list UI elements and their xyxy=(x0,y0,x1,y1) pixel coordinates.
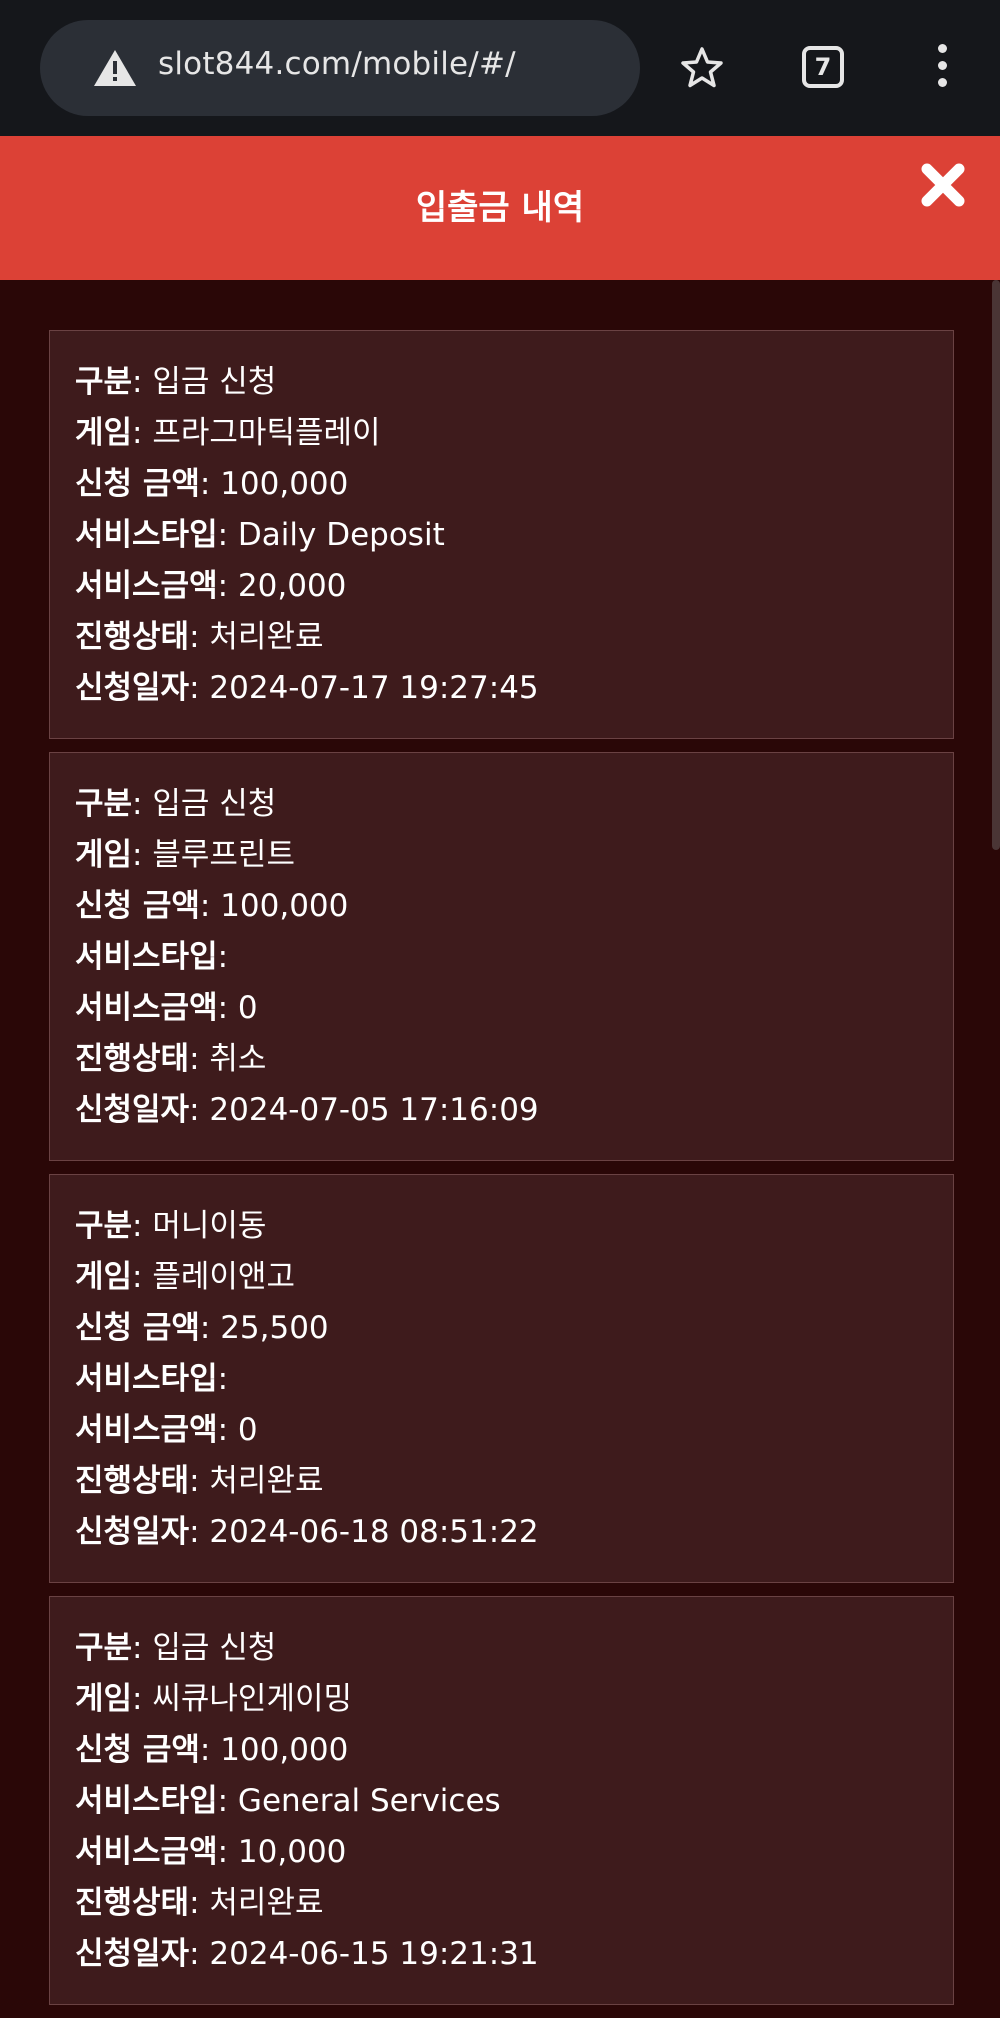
label-status: 진행상태 xyxy=(75,1463,190,1499)
row-game: 게임: 플레이앤고 xyxy=(75,1259,295,1295)
label-amount: 신청 금액 xyxy=(75,1310,200,1346)
value-amount: 100,000 xyxy=(220,1732,349,1768)
label-service-amount: 서비스금액 xyxy=(75,1834,218,1870)
value-status: 처리완료 xyxy=(209,619,324,655)
label-service-amount: 서비스금액 xyxy=(75,568,218,604)
label-service-type: 서비스타입 xyxy=(75,939,218,975)
value-service-amount: 20,000 xyxy=(237,568,347,604)
label-status: 진행상태 xyxy=(75,1041,190,1077)
value-date: 2024-07-17 19:27:45 xyxy=(209,670,539,706)
transaction-card: 구분: 입금 신청 게임: 씨큐나인게이밍 신청 금액: 100,000 서비스… xyxy=(49,1596,954,2005)
address-bar[interactable]: slot844.com/mobile/#/ xyxy=(40,20,640,116)
modal-header: 입출금 내역 xyxy=(0,136,1000,280)
row-game: 게임: 씨큐나인게이밍 xyxy=(75,1681,352,1717)
modal-title: 입출금 내역 xyxy=(415,188,585,228)
label-amount: 신청 금액 xyxy=(75,888,200,924)
transaction-card: 구분: 입금 신청 게임: 블루프린트 신청 금액: 100,000 서비스타입… xyxy=(49,752,954,1161)
value-service-type: Daily Deposit xyxy=(237,517,445,553)
label-service-type: 서비스타입 xyxy=(75,1783,218,1819)
row-type: 구분: 머니이동 xyxy=(75,1208,267,1244)
label-game: 게임 xyxy=(75,415,133,451)
value-date: 2024-06-15 19:21:31 xyxy=(209,1936,539,1972)
row-service-amount: 서비스금액: 10,000 xyxy=(75,1834,347,1870)
row-status: 진행상태: 처리완료 xyxy=(75,619,324,655)
row-status: 진행상태: 처리완료 xyxy=(75,1463,324,1499)
label-amount: 신청 금액 xyxy=(75,1732,200,1768)
row-service-amount: 서비스금액: 0 xyxy=(75,1412,258,1448)
label-service-amount: 서비스금액 xyxy=(75,1412,218,1448)
row-service-type: 서비스타입: General Services xyxy=(75,1783,501,1819)
label-service-amount: 서비스금액 xyxy=(75,990,218,1026)
label-service-type: 서비스타입 xyxy=(75,1361,218,1397)
label-date: 신청일자 xyxy=(75,1936,190,1972)
value-date: 2024-06-18 08:51:22 xyxy=(209,1514,539,1550)
row-date: 신청일자: 2024-06-15 19:21:31 xyxy=(75,1936,539,1972)
row-game: 게임: 프라그마틱플레이 xyxy=(75,415,381,451)
value-game: 씨큐나인게이밍 xyxy=(152,1681,352,1717)
value-amount: 25,500 xyxy=(220,1310,329,1346)
menu-icon[interactable] xyxy=(930,44,954,92)
tab-count: 7 xyxy=(814,53,832,81)
label-status: 진행상태 xyxy=(75,619,190,655)
row-status: 진행상태: 취소 xyxy=(75,1041,267,1077)
label-amount: 신청 금액 xyxy=(75,466,200,502)
label-type: 구분 xyxy=(75,786,133,822)
row-amount: 신청 금액: 100,000 xyxy=(75,466,349,502)
star-icon[interactable] xyxy=(680,46,724,90)
value-service-amount: 0 xyxy=(237,1412,258,1448)
value-service-amount: 10,000 xyxy=(237,1834,347,1870)
row-amount: 신청 금액: 100,000 xyxy=(75,1732,349,1768)
row-service-type: 서비스타입: xyxy=(75,1361,229,1397)
row-status: 진행상태: 처리완료 xyxy=(75,1885,324,1921)
label-status: 진행상태 xyxy=(75,1885,190,1921)
label-game: 게임 xyxy=(75,1681,133,1717)
row-amount: 신청 금액: 100,000 xyxy=(75,888,349,924)
value-type: 입금 신청 xyxy=(152,786,277,822)
row-type: 구분: 입금 신청 xyxy=(75,786,277,822)
row-date: 신청일자: 2024-06-18 08:51:22 xyxy=(75,1514,539,1550)
row-amount: 신청 금액: 25,500 xyxy=(75,1310,329,1346)
value-service-type: General Services xyxy=(237,1783,501,1819)
row-type: 구분: 입금 신청 xyxy=(75,364,277,400)
value-amount: 100,000 xyxy=(220,888,349,924)
value-game: 프라그마틱플레이 xyxy=(152,415,381,451)
value-type: 머니이동 xyxy=(152,1208,267,1244)
label-service-type: 서비스타입 xyxy=(75,517,218,553)
value-amount: 100,000 xyxy=(220,466,349,502)
row-service-amount: 서비스금액: 20,000 xyxy=(75,568,347,604)
value-date: 2024-07-05 17:16:09 xyxy=(209,1092,539,1128)
row-service-type: 서비스타입: Daily Deposit xyxy=(75,517,445,553)
warning-icon[interactable] xyxy=(92,48,138,88)
browser-toolbar: slot844.com/mobile/#/ 7 xyxy=(0,0,1000,136)
row-date: 신청일자: 2024-07-17 19:27:45 xyxy=(75,670,539,706)
value-type: 입금 신청 xyxy=(152,364,277,400)
label-type: 구분 xyxy=(75,1208,133,1244)
transaction-card: 구분: 머니이동 게임: 플레이앤고 신청 금액: 25,500 서비스타입: … xyxy=(49,1174,954,1583)
row-type: 구분: 입금 신청 xyxy=(75,1630,277,1666)
value-status: 취소 xyxy=(209,1041,267,1077)
value-type: 입금 신청 xyxy=(152,1630,277,1666)
label-date: 신청일자 xyxy=(75,1092,190,1128)
value-game: 플레이앤고 xyxy=(152,1259,295,1295)
row-game: 게임: 블루프린트 xyxy=(75,837,295,873)
transaction-list: 구분: 입금 신청 게임: 프라그마틱플레이 신청 금액: 100,000 서비… xyxy=(49,330,954,2018)
label-date: 신청일자 xyxy=(75,1514,190,1550)
transaction-card: 구분: 입금 신청 게임: 프라그마틱플레이 신청 금액: 100,000 서비… xyxy=(49,330,954,739)
label-date: 신청일자 xyxy=(75,670,190,706)
url-text[interactable]: slot844.com/mobile/#/ xyxy=(158,46,516,82)
row-service-amount: 서비스금액: 0 xyxy=(75,990,258,1026)
value-status: 처리완료 xyxy=(209,1885,324,1921)
label-game: 게임 xyxy=(75,837,133,873)
value-service-amount: 0 xyxy=(237,990,258,1026)
row-date: 신청일자: 2024-07-05 17:16:09 xyxy=(75,1092,539,1128)
label-type: 구분 xyxy=(75,1630,133,1666)
row-service-type: 서비스타입: xyxy=(75,939,229,975)
tabs-icon[interactable]: 7 xyxy=(802,46,844,88)
scrollbar[interactable] xyxy=(992,280,1000,850)
value-status: 처리완료 xyxy=(209,1463,324,1499)
close-icon[interactable] xyxy=(918,160,968,210)
label-game: 게임 xyxy=(75,1259,133,1295)
value-game: 블루프린트 xyxy=(152,837,295,873)
label-type: 구분 xyxy=(75,364,133,400)
